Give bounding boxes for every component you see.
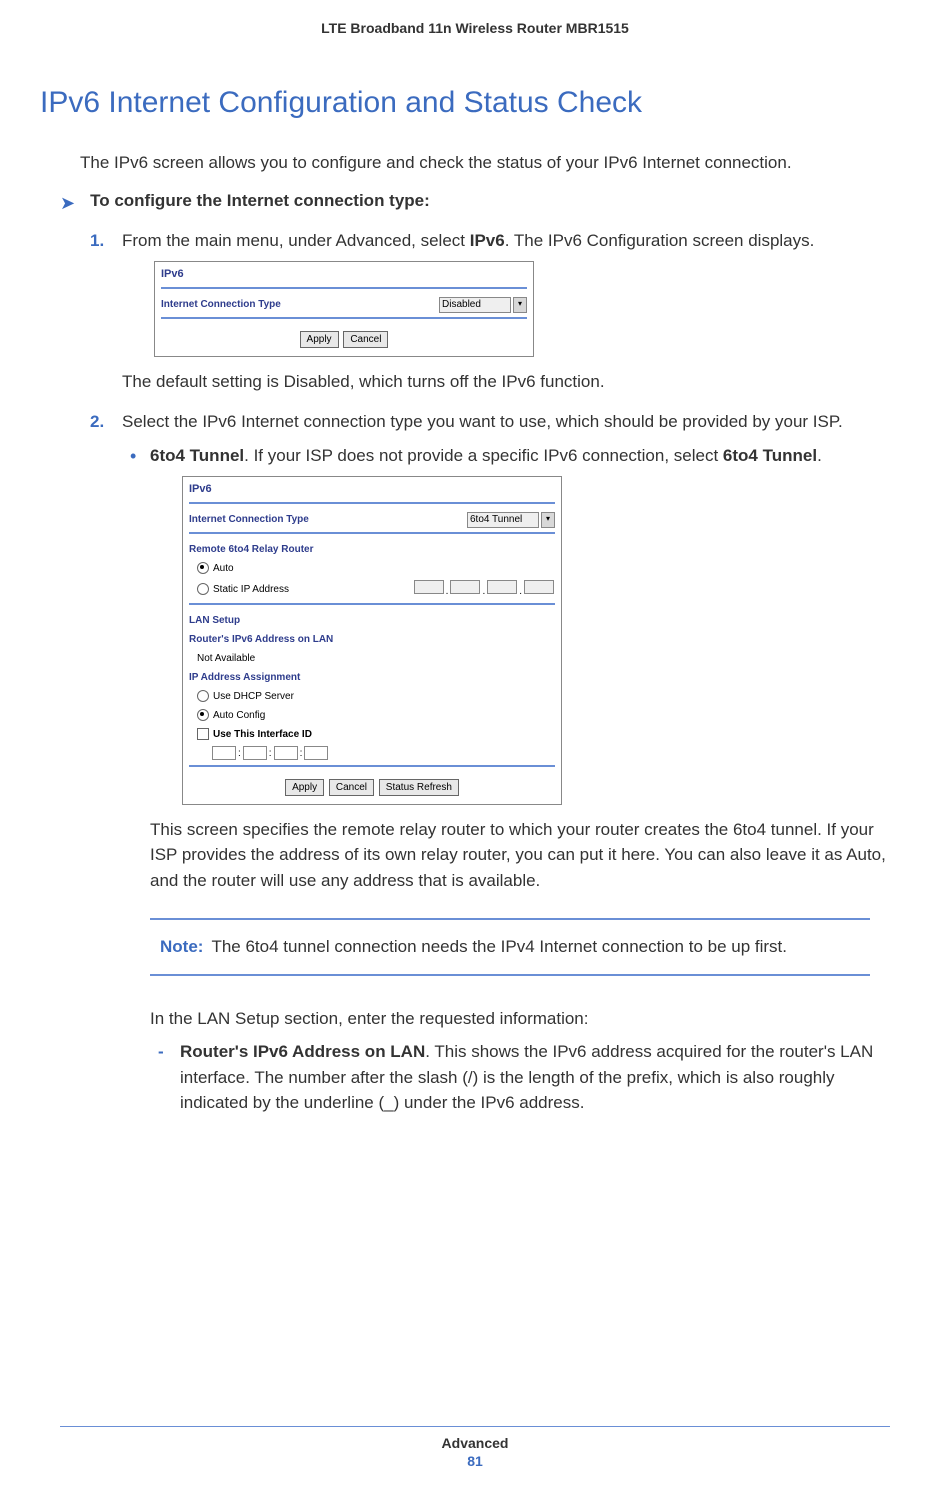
note-block: Note: The 6to4 tunnel connection needs t… (150, 918, 870, 976)
ss2-not-available: Not Available (197, 651, 255, 666)
bullet-6to4-end: . (817, 446, 822, 465)
ss1-cancel-button[interactable]: Cancel (343, 331, 388, 348)
ss2-iface-field[interactable] (212, 746, 236, 760)
ss2-iface-field[interactable] (274, 746, 298, 760)
ss2-radio-auto[interactable] (197, 562, 209, 574)
ss1-title: IPv6 (155, 262, 533, 285)
step-1-bold: IPv6 (470, 231, 505, 250)
step-2-text: Select the IPv6 Internet connection type… (122, 412, 843, 431)
ss2-lan-setup: LAN Setup (189, 613, 555, 628)
procedure-heading: To configure the Internet connection typ… (90, 191, 430, 211)
step-2: Select the IPv6 Internet connection type… (90, 409, 890, 1116)
bullet-6to4-bold2: 6to4 Tunnel (723, 446, 817, 465)
step-1-text-pre: From the main menu, under Advanced, sele… (122, 231, 470, 250)
page-footer: Advanced 81 (0, 1426, 950, 1469)
ss1-apply-button[interactable]: Apply (300, 331, 339, 348)
footer-page-number: 81 (0, 1453, 950, 1469)
ss2-static-label: Static IP Address (213, 582, 413, 597)
ss2-auto-label: Auto (213, 561, 234, 576)
step-2-bullet-6to4: 6to4 Tunnel. If your ISP does not provid… (122, 443, 890, 1116)
step-1-after: The default setting is Disabled, which t… (122, 369, 890, 395)
ss2-radio-autoconf[interactable] (197, 709, 209, 721)
ss2-iface-field[interactable] (243, 746, 267, 760)
lan-setup-intro: In the LAN Setup section, enter the requ… (150, 1006, 890, 1032)
document-header: LTE Broadband 11n Wireless Router MBR151… (60, 20, 890, 36)
bullet-6to4-mid: . If your ISP does not provide a specifi… (244, 446, 723, 465)
ss1-conn-type-label: Internet Connection Type (161, 297, 439, 312)
ss2-ip-octet[interactable] (450, 580, 480, 594)
page-title: IPv6 Internet Configuration and Status C… (40, 86, 890, 120)
ss2-conn-type-label: Internet Connection Type (189, 512, 467, 527)
ss2-cancel-button[interactable]: Cancel (329, 779, 374, 796)
step-2-after-ss: This screen specifies the remote relay r… (150, 817, 890, 894)
note-label: Note: (160, 934, 203, 960)
ss2-ip-octet[interactable] (524, 580, 554, 594)
ss2-conn-type-select[interactable]: 6to4 Tunnel (467, 512, 539, 528)
ss2-refresh-button[interactable]: Status Refresh (379, 779, 459, 796)
ss2-title: IPv6 (183, 477, 561, 500)
ss2-radio-dhcp[interactable] (197, 690, 209, 702)
footer-section: Advanced (0, 1435, 950, 1451)
ss2-ip-octet[interactable] (414, 580, 444, 594)
ss2-checkbox-iface[interactable] (197, 728, 209, 740)
screenshot-ipv6-disabled: IPv6 Internet Connection Type Disabled▾ … (154, 261, 534, 357)
ss2-autoconf-label: Auto Config (213, 708, 265, 723)
ss2-router-addr: Router's IPv6 Address on LAN (189, 632, 555, 647)
ss2-radio-static[interactable] (197, 583, 209, 595)
ss2-apply-button[interactable]: Apply (285, 779, 324, 796)
dropdown-arrow-icon[interactable]: ▾ (513, 297, 527, 313)
ss2-iface-field[interactable] (304, 746, 328, 760)
ss2-relay-heading: Remote 6to4 Relay Router (189, 542, 555, 557)
bullet-6to4-bold: 6to4 Tunnel (150, 446, 244, 465)
ss1-conn-type-select[interactable]: Disabled (439, 297, 511, 313)
ss2-ip-assign: IP Address Assignment (189, 670, 555, 685)
ss2-use-iface-label: Use This Interface ID (213, 727, 312, 742)
intro-paragraph: The IPv6 screen allows you to configure … (80, 150, 890, 176)
ss2-ip-octet[interactable] (487, 580, 517, 594)
dash-item-router-ipv6: Router's IPv6 Address on LAN. This shows… (150, 1039, 890, 1116)
procedure-arrow-icon: ➤ (60, 191, 75, 216)
dropdown-arrow-icon[interactable]: ▾ (541, 512, 555, 528)
screenshot-ipv6-6to4: IPv6 Internet Connection Type 6to4 Tunne… (182, 476, 562, 805)
ss2-dhcp-label: Use DHCP Server (213, 689, 294, 704)
step-1: From the main menu, under Advanced, sele… (90, 228, 890, 395)
dash-bold: Router's IPv6 Address on LAN (180, 1042, 425, 1061)
step-1-text-post: . The IPv6 Configuration screen displays… (505, 231, 815, 250)
note-text: The 6to4 tunnel connection needs the IPv… (211, 934, 787, 960)
